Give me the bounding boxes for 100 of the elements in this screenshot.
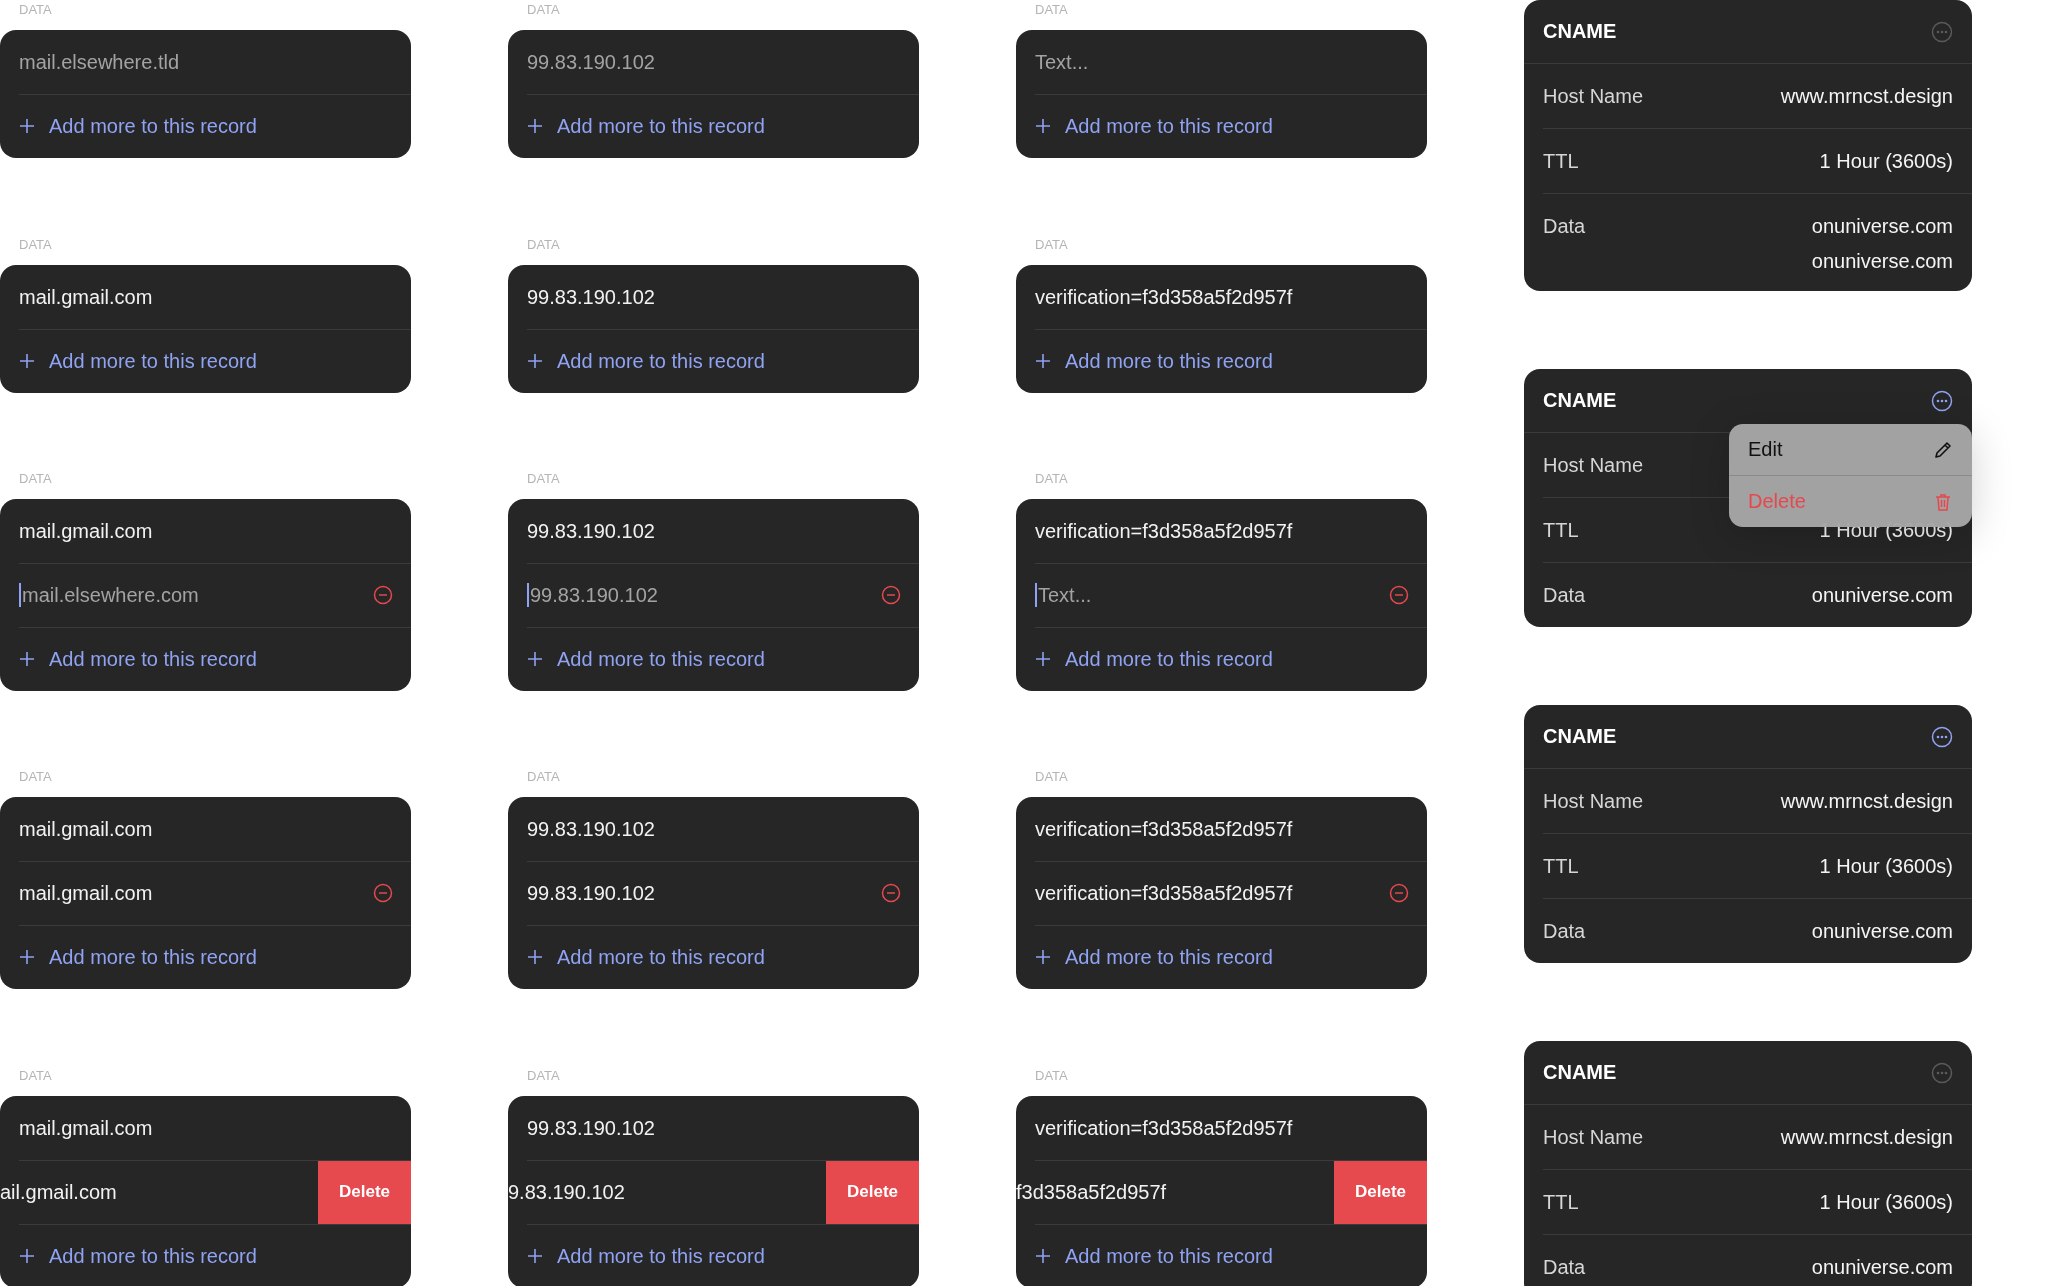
record-value[interactable]: ail.gmail.com: [0, 1180, 318, 1204]
record-value[interactable]: mail.gmail.com: [19, 519, 393, 543]
remove-icon[interactable]: [881, 883, 901, 903]
remove-icon[interactable]: [1389, 585, 1409, 605]
row-value: 1 Hour (3600s): [1819, 855, 1953, 878]
field-label: DATA: [1034, 1, 1068, 19]
record-value[interactable]: verification=f3d358a5f2d957f: [1035, 817, 1409, 841]
row-label: Data: [1543, 919, 1586, 944]
placeholder-text[interactable]: Text...: [1035, 50, 1409, 74]
plus-icon[interactable]: [1035, 651, 1051, 667]
plus-icon[interactable]: [527, 949, 543, 965]
add-link[interactable]: Add more to this record: [49, 1244, 257, 1268]
row-value: onuniverse.com: [1811, 1256, 1953, 1279]
row-label: Host Name: [1543, 1125, 1644, 1150]
remove-icon[interactable]: [373, 883, 393, 903]
add-link[interactable]: Add more to this record: [557, 349, 765, 373]
record-value[interactable]: mail.gmail.com: [19, 285, 393, 309]
plus-icon[interactable]: [1035, 1248, 1051, 1264]
record-type-title: CNAME: [1543, 389, 1617, 412]
row-value: onuniverse.com: [1811, 920, 1953, 943]
record-value[interactable]: verification=f3d358a5f2d957f: [1035, 881, 1389, 905]
record-value[interactable]: 99.83.190.102: [527, 817, 901, 841]
add-link[interactable]: Add more to this record: [49, 114, 257, 138]
row-value: 1 Hour (3600s): [1819, 1191, 1953, 1214]
menu-item[interactable]: Edit: [1729, 424, 1972, 475]
trash-icon: [1933, 491, 1953, 512]
plus-icon[interactable]: [527, 1248, 543, 1264]
row-label: Data: [1543, 214, 1586, 239]
row-label: Host Name: [1543, 453, 1644, 478]
record-type-title: CNAME: [1543, 1061, 1617, 1084]
plus-icon[interactable]: [1035, 949, 1051, 965]
add-link[interactable]: Add more to this record: [1065, 114, 1273, 138]
field-label: DATA: [526, 1067, 560, 1085]
row-label: Host Name: [1543, 789, 1644, 814]
remove-icon[interactable]: [373, 585, 393, 605]
add-link[interactable]: Add more to this record: [49, 349, 257, 373]
delete-button[interactable]: Delete: [318, 1160, 411, 1224]
row-label: TTL: [1543, 854, 1579, 879]
row-label: Data: [1543, 1255, 1586, 1280]
remove-icon[interactable]: [1389, 883, 1409, 903]
add-link[interactable]: Add more to this record: [557, 114, 765, 138]
placeholder-text[interactable]: mail.elsewhere.tld: [19, 50, 393, 74]
more-icon[interactable]: [1931, 725, 1953, 748]
field-label: DATA: [1034, 768, 1068, 786]
record-value[interactable]: verification=f3d358a5f2d957f: [1035, 285, 1409, 309]
record-value[interactable]: 99.83.190.102: [527, 519, 901, 543]
record-value[interactable]: verification=f3d358a5f2d957f: [1035, 519, 1409, 543]
record-value[interactable]: verification=f3d358a5f2d957f: [1035, 1116, 1409, 1140]
plus-icon[interactable]: [19, 1248, 35, 1264]
remove-icon[interactable]: [881, 585, 901, 605]
add-link[interactable]: Add more to this record: [557, 945, 765, 969]
record-type-title: CNAME: [1543, 20, 1617, 43]
record-value[interactable]: 9.83.190.102: [508, 1180, 826, 1204]
placeholder-text[interactable]: Text...: [1038, 583, 1389, 607]
plus-icon[interactable]: [19, 651, 35, 667]
plus-icon[interactable]: [1035, 353, 1051, 369]
more-icon[interactable]: [1931, 389, 1953, 412]
record-value[interactable]: 99.83.190.102: [527, 881, 881, 905]
field-label: DATA: [1034, 470, 1068, 488]
plus-icon[interactable]: [527, 118, 543, 134]
field-label: DATA: [18, 1, 52, 19]
row-value: onuniverse.com: [1811, 250, 1953, 273]
add-link[interactable]: Add more to this record: [49, 647, 257, 671]
placeholder-text[interactable]: 99.83.190.102: [527, 50, 901, 74]
add-link[interactable]: Add more to this record: [1065, 349, 1273, 373]
row-value: www.mrncst.design: [1780, 85, 1953, 108]
plus-icon[interactable]: [19, 949, 35, 965]
plus-icon[interactable]: [527, 651, 543, 667]
record-value[interactable]: 99.83.190.102: [527, 285, 901, 309]
row-label: TTL: [1543, 149, 1579, 174]
row-value: onuniverse.com: [1811, 215, 1953, 238]
pencil-icon: [1933, 439, 1953, 460]
plus-icon[interactable]: [527, 353, 543, 369]
row-value: 1 Hour (3600s): [1819, 150, 1953, 173]
record-value[interactable]: mail.gmail.com: [19, 1116, 393, 1140]
add-link[interactable]: Add more to this record: [1065, 945, 1273, 969]
field-label: DATA: [526, 470, 560, 488]
record-value[interactable]: mail.gmail.com: [19, 881, 373, 905]
add-link[interactable]: Add more to this record: [557, 1244, 765, 1268]
field-label: DATA: [18, 1067, 52, 1085]
add-link[interactable]: Add more to this record: [1065, 647, 1273, 671]
delete-button[interactable]: Delete: [826, 1160, 919, 1224]
field-label: DATA: [18, 236, 52, 254]
placeholder-text[interactable]: 99.83.190.102: [530, 583, 881, 607]
plus-icon[interactable]: [1035, 118, 1051, 134]
field-label: DATA: [1034, 1067, 1068, 1085]
field-label: DATA: [18, 768, 52, 786]
field-label: DATA: [1034, 236, 1068, 254]
record-value[interactable]: mail.gmail.com: [19, 817, 393, 841]
record-value[interactable]: f3d358a5f2d957f: [1016, 1180, 1334, 1204]
add-link[interactable]: Add more to this record: [557, 647, 765, 671]
plus-icon[interactable]: [19, 353, 35, 369]
placeholder-text[interactable]: mail.elsewhere.com: [22, 583, 373, 607]
add-link[interactable]: Add more to this record: [49, 945, 257, 969]
record-value[interactable]: 99.83.190.102: [527, 1116, 901, 1140]
row-label: TTL: [1543, 518, 1579, 543]
add-link[interactable]: Add more to this record: [1065, 1244, 1273, 1268]
plus-icon[interactable]: [19, 118, 35, 134]
delete-button[interactable]: Delete: [1334, 1160, 1427, 1224]
row-value: onuniverse.com: [1811, 584, 1953, 607]
